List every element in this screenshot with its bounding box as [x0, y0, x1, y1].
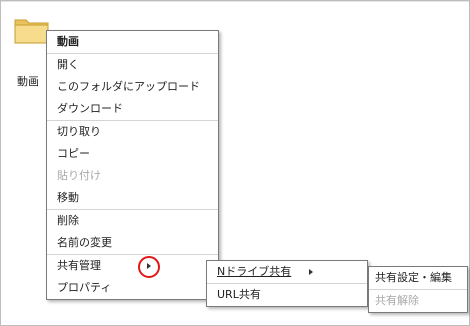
file-name-label[interactable]: 動画 [17, 73, 39, 89]
row-divider [1, 1, 469, 2]
ndrive-share-submenu: 共有設定・編集 共有解除 [368, 266, 468, 313]
share-submenu: Nドライブ共有 URL共有 [206, 260, 368, 307]
menu-item-share-label: 共有管理 [57, 259, 101, 272]
menu-item-share[interactable]: 共有管理 [47, 255, 218, 277]
menu-item-open[interactable]: 開く [47, 54, 218, 76]
highlight-circle-annotation [138, 256, 160, 278]
menu-item-delete[interactable]: 削除 [47, 210, 218, 232]
menu-item-move[interactable]: 移動 [47, 187, 218, 209]
menu-item-rename[interactable]: 名前の変更 [47, 232, 218, 254]
menu-item-cut[interactable]: 切り取り [47, 121, 218, 143]
menu-item-upload[interactable]: このフォルダにアップロード [47, 76, 218, 98]
submenu-item-url-share[interactable]: URL共有 [207, 284, 367, 306]
submenu-arrow-icon [309, 269, 313, 275]
menu-item-download[interactable]: ダウンロード [47, 98, 218, 120]
submenu-item-share-settings-edit[interactable]: 共有設定・編集 [369, 267, 467, 289]
folder-icon[interactable] [14, 15, 50, 45]
menu-item-copy[interactable]: コピー [47, 143, 218, 165]
submenu-item-unshare: 共有解除 [375, 294, 419, 307]
menu-title: 動画 [57, 35, 79, 48]
menu-item-properties[interactable]: プロパティ [47, 277, 218, 299]
menu-item-paste: 貼り付け [57, 169, 101, 182]
context-menu: 動画 開く このフォルダにアップロード ダウンロード 切り取り コピー 貼り付け… [46, 30, 219, 300]
submenu-item-ndrive-share-label: Nドライブ共有 [217, 265, 292, 278]
submenu-item-ndrive-share[interactable]: Nドライブ共有 [207, 261, 367, 283]
